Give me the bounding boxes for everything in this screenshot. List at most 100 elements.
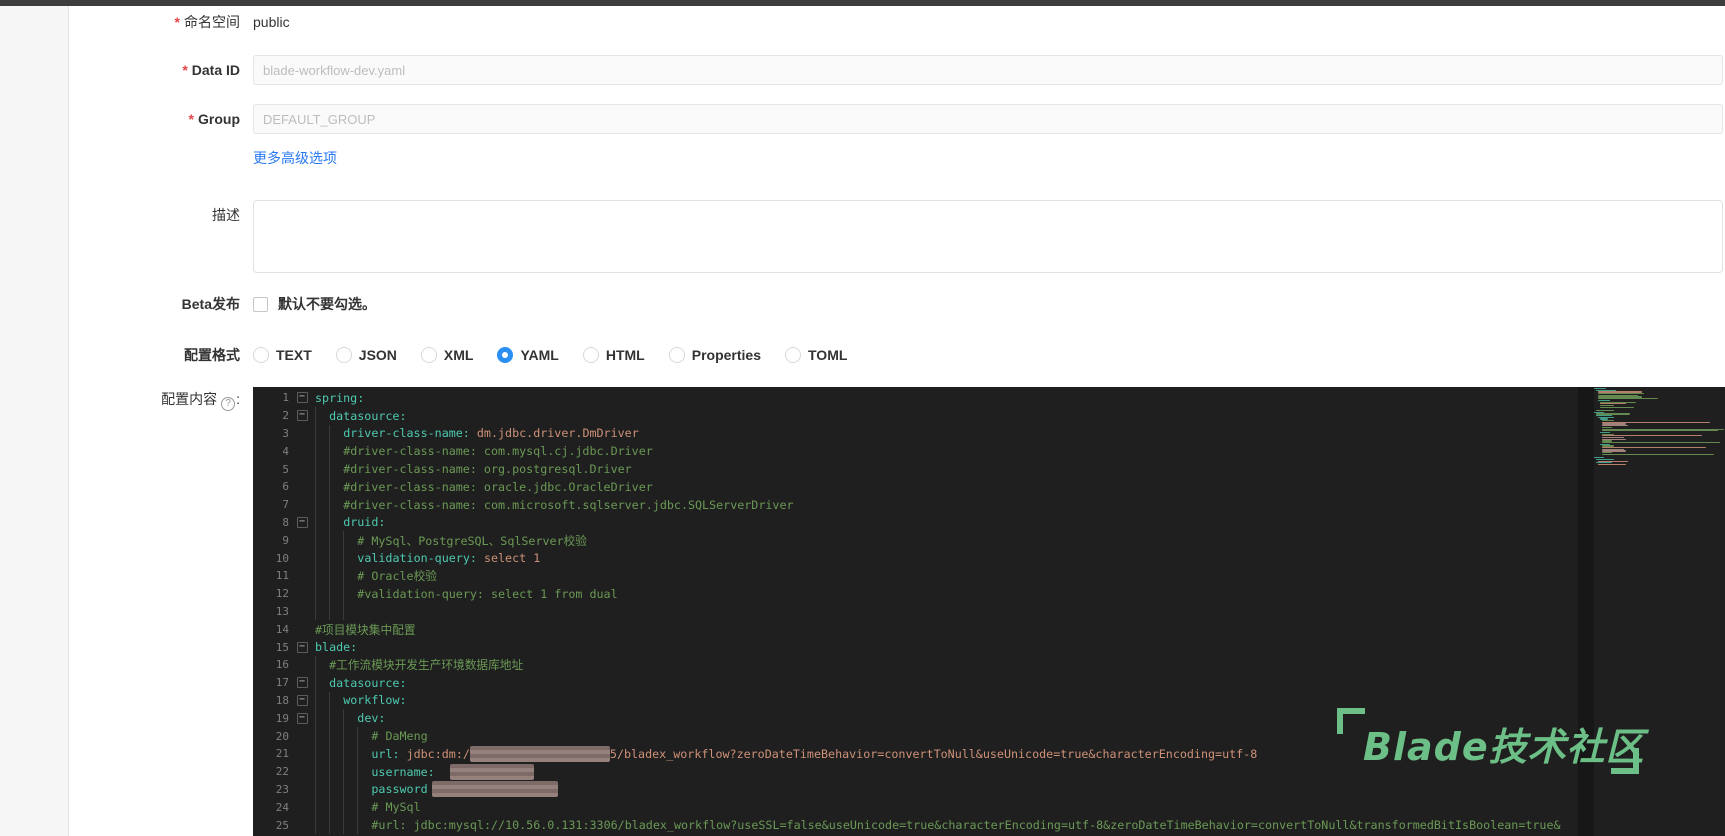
editor-minimap[interactable]: [1594, 388, 1725, 466]
advanced-options-link[interactable]: 更多高级选项: [253, 150, 337, 167]
line-number: 8: [282, 515, 289, 529]
line-number: 16: [275, 658, 289, 672]
code-line[interactable]: 12 #validation-query: select 1 from dual: [253, 584, 1578, 603]
code-text: username:: [315, 762, 1578, 781]
code-line[interactable]: 9 # MySql、PostgreSQL、SqlServer校验: [253, 531, 1578, 550]
code-text: dev:: [315, 709, 1578, 728]
fold-icon[interactable]: −: [289, 677, 315, 689]
help-icon[interactable]: ?: [221, 397, 236, 411]
code-line[interactable]: 21 url: jdbc:dm:/5/bladex_workflow?zeroDa…: [253, 744, 1578, 763]
fold-icon[interactable]: −: [289, 712, 315, 724]
code-line[interactable]: 10 validation-query: select 1: [253, 549, 1578, 567]
radio-circle-icon[interactable]: [253, 347, 269, 363]
indent-guide: [329, 798, 343, 817]
code-line[interactable]: 2− datasource:: [253, 406, 1578, 425]
radio-circle-icon[interactable]: [582, 347, 599, 363]
indent-guide: [357, 762, 371, 781]
redacted-blur: [431, 781, 558, 798]
code-line[interactable]: 7 #driver-class-name: com.microsoft.sqlse…: [253, 495, 1578, 514]
left-sidebar: [0, 6, 69, 836]
code-line[interactable]: 5 #driver-class-name: org.postgresql.Driv…: [253, 460, 1578, 478]
radio-label: YAML: [520, 347, 559, 363]
editor-scrollbar[interactable]: [1578, 387, 1594, 836]
code-line[interactable]: 4 #driver-class-name: com.mysql.cj.jdbc.D…: [253, 442, 1578, 461]
radio-circle-icon[interactable]: [668, 347, 685, 363]
indent-guide: [315, 780, 329, 799]
code-line[interactable]: 15− blade:: [253, 638, 1578, 656]
nacos-config-edit-page: *命名空间 public *Data ID *Group 更多高级选项 描述 B…: [0, 0, 1725, 836]
code-line[interactable]: 8− druid:: [253, 513, 1578, 532]
radio-circle-icon[interactable]: [785, 347, 801, 363]
code-line[interactable]: 22 username:: [253, 762, 1578, 781]
fold-icon[interactable]: −: [289, 516, 315, 528]
code-line[interactable]: 6 #driver-class-name: oracle.jdbc.OracleD…: [253, 477, 1578, 496]
code-line[interactable]: 17− datasource:: [253, 673, 1578, 692]
line-number: 23: [275, 782, 289, 796]
indent-guide: [315, 709, 329, 728]
group-input[interactable]: [253, 104, 1723, 134]
indent-guide: [315, 460, 329, 478]
radio-circle-icon[interactable]: [497, 347, 514, 363]
fold-icon[interactable]: −: [289, 392, 315, 404]
radio-html[interactable]: HTML: [582, 347, 645, 363]
indent-guide: [357, 780, 371, 799]
indent-guide: [315, 655, 329, 674]
beta-checkbox[interactable]: [253, 297, 268, 312]
radio-text[interactable]: TEXT: [253, 347, 312, 363]
redacted-blur: [449, 763, 534, 780]
radio-circle-icon[interactable]: [335, 347, 352, 363]
line-number: 14: [275, 622, 289, 636]
code-line[interactable]: 13: [253, 602, 1578, 621]
radio-yaml[interactable]: YAML: [497, 347, 559, 363]
code-text: #url: jdbc:mysql://10.56.0.131:3306/blad…: [315, 816, 1578, 834]
code-line[interactable]: 1− spring:: [253, 389, 1578, 407]
minimap-line: [1600, 406, 1634, 408]
code-line[interactable]: 19− dev:: [253, 709, 1578, 728]
code-line[interactable]: 20 # DaMeng: [253, 727, 1578, 745]
radio-label: Properties: [691, 347, 761, 363]
minimap-line: [1602, 436, 1624, 439]
radio-properties[interactable]: Properties: [668, 347, 761, 363]
code-line[interactable]: 14 #项目模块集中配置: [253, 620, 1578, 638]
code-line[interactable]: 16 #工作流模块开发生产环境数据库地址: [253, 655, 1578, 674]
indent-guide: [329, 727, 343, 745]
code-text: #driver-class-name: org.postgresql.Drive…: [315, 460, 1578, 478]
indent-guide: [329, 477, 343, 496]
fold-icon[interactable]: −: [289, 410, 315, 422]
code-text: #driver-class-name: com.microsoft.sqlser…: [315, 495, 1578, 514]
line-number: 15: [275, 640, 289, 654]
radio-xml[interactable]: XML: [420, 347, 474, 363]
indent-guide: [343, 762, 357, 781]
radio-circle-icon[interactable]: [420, 347, 437, 363]
radio-label: XML: [443, 347, 474, 363]
indent-guide: [329, 495, 343, 514]
code-text: blade:: [315, 640, 358, 655]
content-label-text: 配置内容: [161, 391, 218, 407]
indent-guide: [315, 477, 329, 496]
fold-icon[interactable]: −: [289, 641, 315, 653]
line-number: 17: [275, 676, 289, 690]
code-line[interactable]: 3 driver-class-name: dm.jdbc.driver.DmDri…: [253, 424, 1578, 443]
radio-toml[interactable]: TOML: [785, 347, 847, 363]
fold-icon[interactable]: −: [289, 694, 315, 706]
indent-guide: [329, 549, 343, 567]
indent-guide: [329, 513, 343, 532]
indent-guide: [357, 816, 371, 834]
description-textarea[interactable]: [253, 200, 1723, 273]
radio-json[interactable]: JSON: [335, 347, 397, 363]
code-text: druid:: [315, 513, 1578, 532]
code-line[interactable]: 24 # MySql: [253, 798, 1578, 817]
code-text: #driver-class-name: oracle.jdbc.OracleDr…: [315, 477, 1578, 496]
indent-guide: [315, 406, 329, 425]
code-line[interactable]: 11 # Oracle校验: [253, 566, 1578, 585]
code-line[interactable]: 18− workflow:: [253, 691, 1578, 710]
line-number: 18: [275, 693, 289, 707]
redacted-blur: [469, 745, 610, 762]
config-content-editor[interactable]: 1− spring: 2− datasource: 3 driver-class-name…: [253, 387, 1725, 836]
code-line[interactable]: 25 #url: jdbc:mysql://10.56.0.131:3306/bl…: [253, 816, 1578, 834]
data-id-input[interactable]: [253, 55, 1723, 85]
group-label-text: Group: [198, 111, 240, 127]
code-area[interactable]: 1− spring: 2− datasource: 3 driver-class-name…: [253, 389, 1578, 834]
minimap-line: [1602, 453, 1714, 455]
code-line[interactable]: 23 password: [253, 780, 1578, 799]
